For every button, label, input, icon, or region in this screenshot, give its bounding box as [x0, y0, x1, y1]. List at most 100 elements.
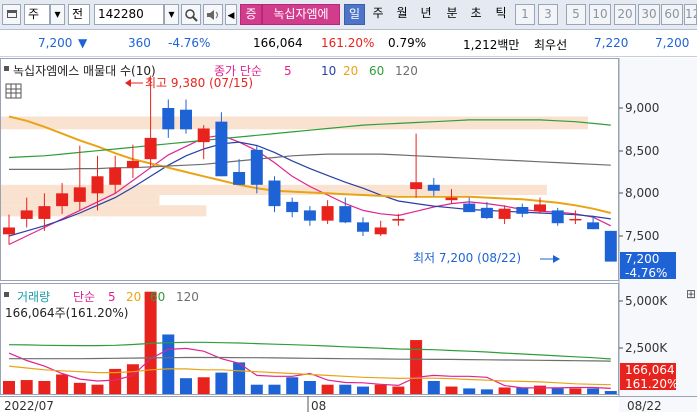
- candle-body: [410, 182, 423, 190]
- volume-bar: [73, 382, 86, 394]
- volume-bar: [392, 386, 405, 394]
- period-minute-button[interactable]: 분: [443, 4, 461, 25]
- interval-10-button[interactable]: 10: [589, 4, 611, 25]
- volume-bar: [286, 377, 299, 394]
- candle-body: [197, 128, 210, 143]
- speaker-button[interactable]: [203, 4, 223, 25]
- price-tick-8500: 8,500: [625, 144, 659, 158]
- candle-body: [250, 149, 263, 185]
- best-quote-label: 최우선: [534, 38, 568, 52]
- square-icon: [4, 292, 9, 297]
- volume-bar: [56, 374, 69, 394]
- candle-body: [215, 121, 228, 177]
- period-day-button[interactable]: 일: [344, 4, 365, 25]
- quote-info-row: 7,200 ▼ 360 -4.76% 166,064 161.20% 0.79%…: [0, 31, 697, 57]
- interval-60-button[interactable]: 60: [661, 4, 683, 25]
- volume-bar: [357, 386, 369, 394]
- volume-bar: [445, 386, 458, 394]
- volume-bar: [250, 384, 263, 394]
- candle-body: [286, 201, 299, 213]
- current-ratio-tag-label: 161.20%: [625, 377, 678, 391]
- current-volume-tag-label: 166,064: [625, 363, 675, 377]
- market-dropdown-button[interactable]: ▾: [50, 4, 65, 25]
- candle-body: [427, 184, 440, 191]
- grid-settings-icon[interactable]: [5, 83, 22, 99]
- price-change: 360: [128, 36, 151, 50]
- speaker-icon: [207, 10, 218, 20]
- stock-badge: 증: [240, 4, 262, 25]
- price-volume-chart[interactable]: 녹십자엠에스 매물대 수(10) 종가 단순 5 10 20 60 120 최고…: [0, 58, 697, 412]
- interval-5-button[interactable]: 5: [566, 4, 586, 25]
- period-week-button[interactable]: 주: [369, 4, 387, 25]
- vol-ma-legend-label: 단순: [73, 290, 95, 304]
- window-icon: [6, 10, 17, 18]
- candle-body: [498, 208, 511, 219]
- current-price: 7,200: [38, 36, 73, 50]
- volume-tick-2500k: 2,500K: [625, 341, 668, 355]
- vol-ma120-legend: 120: [176, 290, 199, 304]
- price-tick-8000: 8,000: [625, 186, 659, 200]
- toolbar: 주 ▾ 전 142280 ▾ ◀ 증 녹십자엠에 일 주 월 년 분 초 틱 1…: [0, 0, 697, 30]
- volume-ratio: 161.20%: [321, 36, 375, 50]
- ma5-legend: 5: [284, 64, 292, 78]
- square-icon: [4, 66, 9, 71]
- candle-body: [3, 227, 15, 235]
- interval-3-button[interactable]: 3: [538, 4, 558, 25]
- kind-select[interactable]: 전: [68, 4, 90, 25]
- ma60-legend: 60: [369, 64, 384, 78]
- candle-body: [180, 109, 192, 130]
- volume-bar: [498, 387, 511, 394]
- period-month-button[interactable]: 월: [393, 4, 411, 25]
- interval-30-button[interactable]: 30: [638, 4, 660, 25]
- interval-120-button[interactable]: 12: [684, 4, 697, 25]
- x-tick-08: 08: [311, 399, 326, 412]
- interval-20-button[interactable]: 20: [614, 4, 636, 25]
- ma10-legend: 10: [321, 64, 336, 78]
- best-ask: 7,220: [594, 36, 629, 50]
- volume-bar: [126, 364, 139, 394]
- volume-bar: [303, 380, 316, 394]
- vol-ma20-legend: 20: [126, 290, 141, 304]
- volume-bar: [604, 391, 617, 394]
- vol-ma60-legend: 60: [150, 290, 165, 304]
- candle: [604, 230, 617, 262]
- down-arrow-icon: ▼: [78, 36, 88, 50]
- volume-bar: [197, 377, 210, 394]
- stock-code-input[interactable]: 142280: [94, 4, 164, 25]
- stock-name[interactable]: 녹십자엠에: [262, 4, 340, 25]
- candle-body: [569, 218, 582, 221]
- volume-bar: [551, 388, 564, 394]
- volume-bar: [233, 362, 246, 394]
- triangle-down-icon: ▾: [54, 7, 61, 21]
- market-select[interactable]: 주: [24, 4, 50, 25]
- panel-collapse-icon[interactable]: ⊞: [686, 287, 696, 301]
- interval-1-button[interactable]: 1: [515, 4, 535, 25]
- price-tick-7500: 7,500: [625, 229, 659, 243]
- candle-body: [339, 206, 352, 223]
- period-year-button[interactable]: 년: [417, 4, 435, 25]
- code-dropdown-button[interactable]: ▾: [164, 4, 179, 25]
- triangle-left-icon: ◀: [227, 11, 235, 21]
- volume-bar: [215, 372, 228, 394]
- candle-body: [233, 172, 246, 185]
- volume-profile-band: [1, 116, 588, 130]
- svg-text:최고 9,380 (07/15): 최고 9,380 (07/15): [145, 76, 253, 90]
- volume-bar: [569, 388, 582, 394]
- volume-bar: [410, 340, 423, 394]
- candle-body: [604, 230, 617, 262]
- volume-bar: [427, 380, 440, 394]
- search-button[interactable]: [181, 4, 201, 25]
- candle-body: [445, 197, 458, 201]
- best-bid: 7,200: [655, 36, 690, 50]
- volume-info-label: 166,064주(161.20%): [5, 306, 128, 320]
- period-tick-button[interactable]: 틱: [490, 4, 512, 25]
- candle: [551, 207, 564, 226]
- period-second-button[interactable]: 초: [467, 4, 485, 25]
- layout-toggle-button[interactable]: [2, 4, 21, 25]
- prev-button[interactable]: ◀: [225, 4, 237, 25]
- candle-body: [268, 180, 281, 207]
- candle-body: [91, 176, 104, 194]
- candle-body: [20, 210, 33, 219]
- candle-body: [144, 137, 157, 160]
- vol-ma5-legend: 5: [108, 290, 116, 304]
